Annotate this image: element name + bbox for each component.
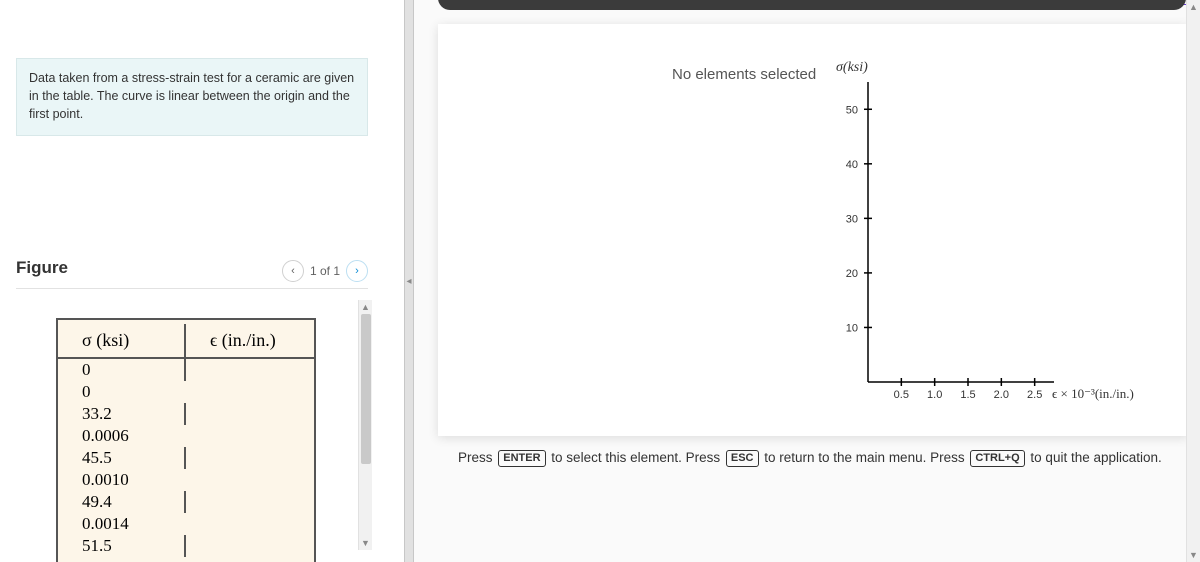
svg-text:50: 50 [846,104,858,116]
cell-epsilon: 0.0018 [58,557,186,562]
cell-sigma: 51.5 [58,535,186,557]
problem-statement: Data taken from a stress-strain test for… [16,58,368,136]
instr-p1: Press [458,450,496,465]
cell-sigma: 45.5 [58,447,186,469]
key-ctrlq: CTRL+Q [970,450,1024,467]
instr-p4: to quit the application. [1027,450,1162,465]
svg-text:10: 10 [846,322,858,334]
scroll-up-icon[interactable]: ▲ [1187,0,1200,14]
scroll-down-icon[interactable]: ▼ [359,536,372,550]
stress-strain-table: σ (ksi) ϵ (in./in.) 0 0 33.2 0.0006 45.5… [56,318,316,562]
scroll-up-icon[interactable]: ▲ [359,300,372,314]
figure-divider [16,288,368,289]
table-header-row: σ (ksi) ϵ (in./in.) [58,324,314,359]
no-elements-label: No elements selected [672,66,816,83]
cell-sigma: 49.4 [58,491,186,513]
cell-epsilon: 0 [58,381,186,403]
scroll-thumb[interactable] [361,314,371,464]
table-row: 51.5 0.0018 [58,535,314,562]
svg-text:20: 20 [846,268,858,280]
pager-next-button[interactable]: › [346,260,368,282]
svg-text:1.0: 1.0 [927,389,942,401]
key-esc: ESC [726,450,759,467]
pager-prev-button[interactable]: ‹ [282,260,304,282]
col-header-sigma: σ (ksi) [58,324,186,357]
figure-header: Figure ‹ 1 of 1 › [16,258,368,284]
column-splitter[interactable]: ◂ [404,0,414,562]
instr-p3: to return to the main menu. Press [761,450,969,465]
svg-text:2.0: 2.0 [994,389,1009,401]
svg-text:1.5: 1.5 [960,389,975,401]
splitter-collapse-icon[interactable]: ◂ [406,276,411,287]
right-panel: Review No elements selected σ(ksi) ϵ × 1… [414,0,1200,562]
table-row: 33.2 0.0006 [58,403,314,447]
svg-text:0.5: 0.5 [894,389,909,401]
figure-pager: ‹ 1 of 1 › [282,260,368,282]
cell-sigma: 33.2 [58,403,186,425]
table-row: 0 0 [58,359,314,403]
col-header-epsilon: ϵ (in./in.) [186,324,314,357]
cell-epsilon: 0.0014 [58,513,186,535]
left-column: Data taken from a stress-strain test for… [0,0,400,562]
problem-statement-text: Data taken from a stress-strain test for… [29,71,354,121]
scroll-down-icon[interactable]: ▼ [1187,548,1200,562]
instruction-text: Press ENTER to select this element. Pres… [458,450,1162,467]
svg-text:30: 30 [846,213,858,225]
toolbar-shadow [438,0,1186,10]
right-scrollbar[interactable]: ▲ ▼ [1186,0,1200,562]
chart-svg: 10 20 30 40 50 0.5 1.0 1.5 2.0 2.5 [818,52,1178,412]
table-row: 49.4 0.0014 [58,491,314,535]
key-enter: ENTER [498,450,545,467]
cell-epsilon: 0.0010 [58,469,186,491]
figure-title: Figure [16,258,68,284]
table-row: 45.5 0.0010 [58,447,314,491]
svg-text:2.5: 2.5 [1027,389,1042,401]
chart-canvas-card: No elements selected σ(ksi) ϵ × 10⁻³(in.… [438,24,1188,436]
figure-scrollbar[interactable]: ▲ ▼ [358,300,372,550]
pager-label: 1 of 1 [310,264,340,278]
stress-strain-chart[interactable]: σ(ksi) ϵ × 10⁻³(in./in.) 10203040500.51.… [818,52,1178,412]
cell-sigma: 0 [58,359,186,381]
svg-text:40: 40 [846,159,858,171]
cell-epsilon: 0.0006 [58,425,186,447]
instr-p2: to select this element. Press [548,450,724,465]
